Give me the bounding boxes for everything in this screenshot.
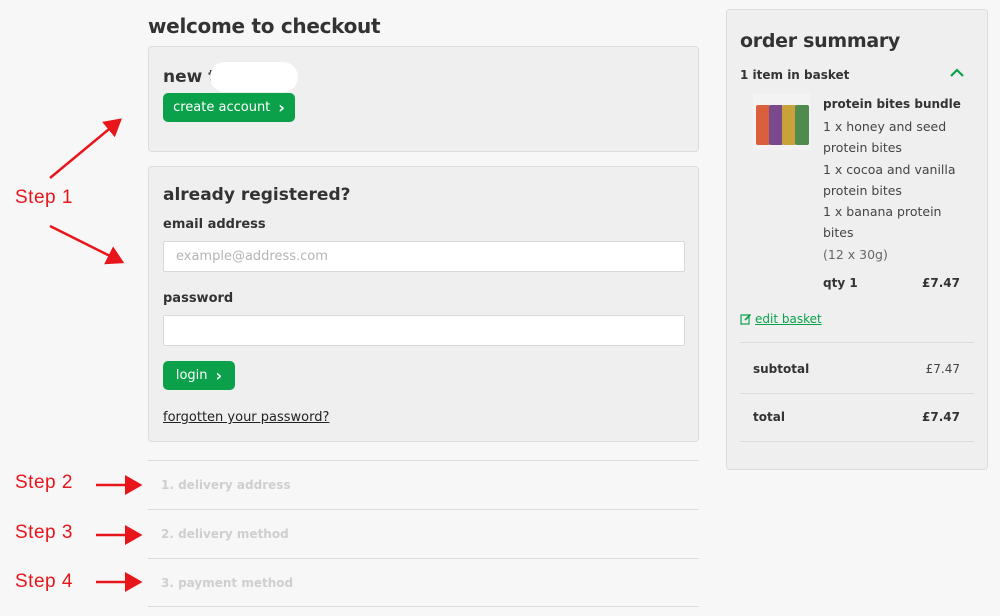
product-qty: qty 1 [823, 276, 858, 290]
total-value: £7.47 [922, 410, 960, 424]
email-label: email address [163, 217, 266, 232]
product-name: protein bites bundle [823, 97, 961, 111]
password-label: password [163, 291, 234, 306]
total-label: total [753, 410, 785, 424]
redaction-mark [210, 62, 298, 92]
edit-basket-label: edit basket [755, 312, 822, 326]
chevron-up-icon[interactable] [949, 66, 965, 80]
chevron-right-icon: › [278, 97, 285, 117]
product-item: 1 x cocoa and vanilla protein bites [823, 161, 956, 198]
product-image [753, 93, 810, 150]
email-field[interactable] [163, 241, 685, 272]
page-title: welcome to checkout [148, 14, 381, 38]
edit-icon [740, 313, 752, 325]
product-item: 1 x honey and seed protein bites [823, 119, 947, 156]
step-label: 2. delivery method [161, 527, 289, 541]
product-item: 1 x banana protein bites [823, 204, 942, 241]
forgot-password-link[interactable]: forgotten your password? [163, 410, 329, 425]
divider [740, 441, 974, 442]
password-field[interactable] [163, 315, 685, 346]
annotation-step-3: Step 3 [15, 522, 73, 543]
basket-count: 1 item in basket [740, 68, 850, 82]
create-account-label: create account [173, 100, 271, 115]
step-delivery-address[interactable]: 1. delivery address [148, 460, 699, 509]
product-contents: 1 x honey and seed protein bites 1 x coc… [823, 116, 963, 265]
subtotal-label: subtotal [753, 362, 810, 376]
arrow-to-create-account [49, 118, 122, 179]
product-pack-size: (12 x 30g) [823, 246, 888, 262]
login-heading: already registered? [163, 185, 351, 205]
divider [740, 342, 974, 343]
login-button[interactable]: login › [163, 361, 235, 390]
step-label: 1. delivery address [161, 478, 291, 492]
login-label: login [175, 368, 208, 383]
step-label: 3. payment method [161, 576, 294, 590]
order-summary-panel: order summary 1 item in basket protein b… [726, 9, 988, 470]
annotation-step-4: Step 4 [15, 571, 73, 592]
login-panel: already registered? email address passwo… [148, 166, 699, 442]
annotation-step-1: Step 1 [15, 187, 73, 208]
subtotal-value: £7.47 [925, 362, 960, 376]
edit-basket-link[interactable]: edit basket [740, 312, 822, 326]
order-summary-title: order summary [740, 30, 901, 52]
step-delivery-method[interactable]: 2. delivery method [148, 509, 699, 558]
chevron-right-icon: › [215, 365, 223, 385]
arrow-to-login [49, 224, 125, 265]
annotation-step-2: Step 2 [15, 472, 73, 493]
step-payment-method[interactable]: 3. payment method [148, 558, 699, 607]
create-account-button[interactable]: create account › [163, 93, 295, 122]
divider [740, 393, 974, 394]
product-price: £7.47 [922, 276, 960, 290]
